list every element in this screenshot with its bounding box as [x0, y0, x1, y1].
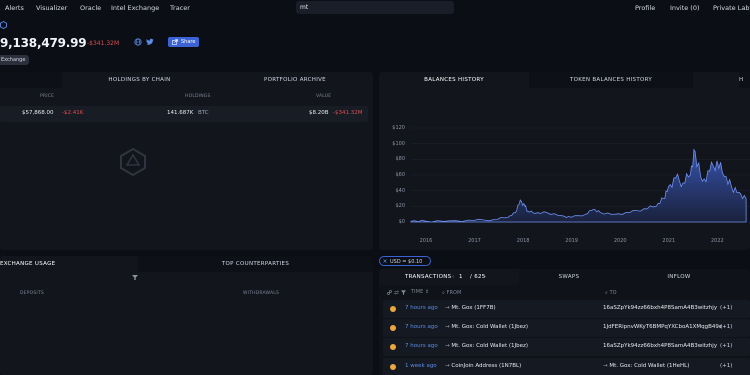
y-tick-label: $100: [392, 140, 405, 147]
tab-portfolio-archive[interactable]: PORTFOLIO ARCHIVE: [217, 72, 373, 88]
tx-time[interactable]: 1 week ago: [405, 363, 437, 369]
tx-from[interactable]: → Mt. Gox (1FF7B): [445, 305, 496, 311]
balance-change: -$341.32M: [87, 40, 120, 47]
bitcoin-icon: [390, 344, 396, 350]
prev-page-icon[interactable]: ‹: [452, 269, 455, 285]
holdings-unit: BTC: [198, 110, 209, 116]
y-tick-label: $0: [398, 219, 405, 225]
balances-chart[interactable]: [379, 72, 750, 250]
tx-to[interactable]: 16aSZpYk94zz66bxh4P8SamA4B3witzhjy: [603, 305, 717, 311]
column-value: VALUE: [316, 94, 332, 99]
x-tick-label: 2018: [516, 238, 530, 244]
column-holdings: HOLDINGS: [185, 94, 211, 99]
nav-visualizer[interactable]: Visualizer: [36, 4, 67, 12]
deposits-label: DEPOSITS: [20, 291, 44, 296]
withdrawals-label: WITHDRAWALS: [243, 291, 279, 296]
tab-holdings-by-chain[interactable]: HOLDINGS BY CHAIN: [62, 72, 217, 88]
price-value: $57,868.00: [22, 110, 54, 116]
column-price: PRICE: [40, 94, 55, 99]
tx-from[interactable]: → CoinJoin Address (1N7BL): [445, 363, 521, 369]
arkham-logo-icon: [120, 147, 146, 177]
nav-profile[interactable]: Profile: [635, 4, 655, 12]
balance-area-series: [410, 148, 747, 223]
table-row[interactable]: $57,868.00 -$2.41K 141.687K BTC $8.20B -…: [0, 106, 368, 122]
holdings-amount: 141.687K: [167, 110, 194, 116]
nav-tracer[interactable]: Tracer: [170, 4, 190, 12]
tx-time[interactable]: 7 hours ago: [405, 305, 438, 311]
bitcoin-icon: [390, 306, 396, 312]
exchange-usage-panel: EXCHANGE USAGE TOP COUNTERPARTIES DEPOSI…: [0, 256, 373, 375]
column-from: ⌕ FROM: [442, 291, 462, 296]
search-input[interactable]: mt: [296, 1, 454, 14]
tx-more[interactable]: (+1): [720, 324, 732, 330]
entity-tag[interactable]: Exchange: [0, 55, 29, 65]
tx-to[interactable]: 16aSZpYk94zz66bxh4P8SamA4B3witzhjy: [603, 343, 717, 349]
value-amount: $8.20B: [309, 110, 329, 116]
tx-more[interactable]: (+1): [720, 305, 732, 311]
twitter-icon[interactable]: [146, 38, 154, 46]
x-tick-label: 2016: [419, 238, 433, 244]
tx-time[interactable]: 7 hours ago: [405, 343, 438, 349]
tab-swaps[interactable]: SWAPS: [519, 269, 619, 285]
tab-transactions[interactable]: TRANSACTIONS ‹ 1 / 625 ›: [379, 269, 519, 285]
top-navigation: Alerts Visualizer Oracle Intel Exchange …: [0, 0, 750, 16]
page-current[interactable]: 1: [459, 269, 463, 285]
column-to: ⌕ TO: [605, 291, 617, 296]
x-tick-label: 2020: [613, 238, 627, 244]
filter-icon[interactable]: [401, 290, 406, 295]
tab-exchange-usage[interactable]: EXCHANGE USAGE: [0, 256, 138, 272]
next-page-icon[interactable]: ›: [484, 269, 487, 285]
share-icon: [172, 39, 178, 45]
tab-holdings[interactable]: [0, 72, 62, 88]
balances-history-panel: BALANCES HISTORY TOKEN BALANCES HISTORY …: [379, 72, 750, 250]
share-label: Share: [181, 39, 196, 45]
tx-from[interactable]: → Mt. Gox: Cold Wallet (1Jbez): [445, 324, 528, 330]
x-close-icon: [383, 259, 387, 263]
link-icon[interactable]: [387, 290, 392, 295]
y-tick-label: $80: [395, 156, 405, 163]
share-button[interactable]: Share: [168, 37, 199, 47]
nav-alerts[interactable]: Alerts: [5, 4, 24, 12]
usd-badge-label: USD = $0.10: [390, 258, 423, 265]
filter-icon[interactable]: [132, 275, 138, 280]
tx-to[interactable]: → Mt. Gox: Cold Wallet (1HeHL): [603, 363, 689, 369]
tx-time[interactable]: 7 hours ago: [405, 324, 438, 330]
x-tick-label: 2017: [468, 238, 481, 244]
search-value: mt: [300, 4, 309, 11]
transaction-row[interactable]: 7 hours ago → Mt. Gox: Cold Wallet (1Jbe…: [383, 319, 750, 337]
y-tick-label: $40: [395, 187, 405, 194]
x-tick-label: 2022: [710, 238, 724, 244]
bitcoin-icon: [390, 325, 396, 331]
bitcoin-icon: [390, 364, 396, 370]
x-tick-label: 2019: [565, 238, 578, 244]
total-balance: 9,138,479.99: [0, 36, 87, 50]
holdings-panel: HOLDINGS BY CHAIN PORTFOLIO ARCHIVE PRIC…: [0, 72, 373, 250]
tx-more[interactable]: (+1): [720, 343, 732, 349]
transaction-row[interactable]: 7 hours ago → Mt. Gox: Cold Wallet (1Jbe…: [383, 338, 750, 356]
globe-icon[interactable]: [134, 38, 142, 46]
entity-badge-icon: [0, 21, 7, 29]
nav-private-lab[interactable]: Private Lab: [713, 4, 749, 12]
tab-inflow[interactable]: INFLOW: [619, 269, 739, 285]
y-tick-label: $60: [395, 172, 405, 178]
transaction-row[interactable]: 7 hours ago → Mt. Gox (1FF7B) 16aSZpYk94…: [383, 300, 750, 318]
usd-price-badge[interactable]: USD = $0.10: [379, 256, 431, 266]
tab-top-counterparties[interactable]: TOP COUNTERPARTIES: [138, 256, 373, 272]
tx-to[interactable]: 1JdFERipnvWKyT6BMPqYXCboA1XMqgB49e: [603, 324, 722, 330]
tx-more[interactable]: (+1): [720, 363, 732, 369]
price-change: -$2.41K: [62, 110, 84, 116]
x-tick-label: 2021: [662, 238, 676, 244]
nav-intel-exchange[interactable]: Intel Exchange: [111, 4, 159, 12]
swap-icon[interactable]: [394, 290, 399, 295]
tx-from[interactable]: → Mt. Gox: Cold Wallet (1Jbez): [445, 343, 528, 349]
nav-invite[interactable]: Invite (0): [670, 4, 700, 12]
tab-transactions-label: TRANSACTIONS: [405, 274, 452, 280]
y-tick-label: $20: [395, 203, 405, 210]
nav-oracle[interactable]: Oracle: [80, 4, 101, 12]
column-time: TIME ⇕: [411, 290, 430, 295]
transaction-row[interactable]: 1 week ago → CoinJoin Address (1N7BL) → …: [383, 358, 750, 375]
entity-tag-label: Exchange: [1, 57, 26, 63]
y-tick-label: $120: [392, 125, 405, 131]
value-change: -$341.32M: [333, 110, 363, 116]
